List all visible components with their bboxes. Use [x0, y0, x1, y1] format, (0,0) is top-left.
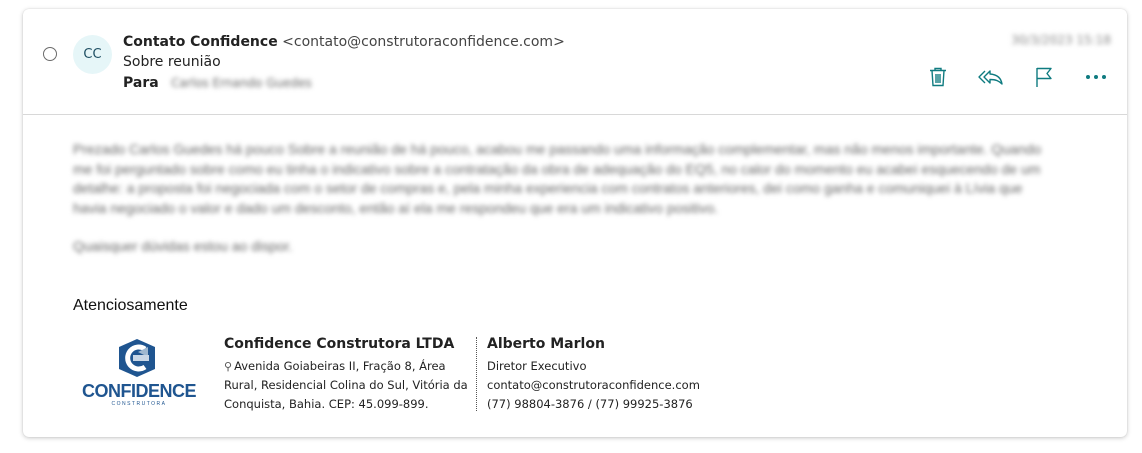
confidence-logo-icon: [119, 339, 155, 377]
sender-name[interactable]: Contato Confidence: [123, 34, 278, 50]
company-address: ⚲ Avenida Goiabeiras II, Fração 8, Área R…: [224, 357, 469, 414]
message-subject: Sobre reunião: [123, 54, 221, 70]
person-phones: (77) 98804-3876 / (77) 99925-3876: [487, 397, 693, 411]
reply-all-button[interactable]: [977, 63, 1005, 91]
body-paragraph: Prezado Carlos Guedes há pouco Sobre a r…: [73, 141, 1042, 216]
person-name: Alberto Marlon: [487, 336, 605, 352]
company-info: Confidence Construtora LTDA ⚲ Avenida Goi…: [224, 336, 469, 414]
flag-button[interactable]: [1030, 63, 1058, 91]
closing-text: Atenciosamente: [73, 297, 188, 314]
person-email[interactable]: contato@construtoraconfidence.com: [487, 376, 700, 395]
logo-subtext: CONSTRUTORA: [111, 401, 167, 407]
trash-icon: [930, 67, 946, 87]
reply-all-icon: [978, 70, 1003, 85]
message-date: 30/3/2023 15:18: [1011, 33, 1111, 47]
person-info: Alberto Marlon Diretor Executivo contato…: [487, 336, 700, 414]
more-actions-button[interactable]: [1082, 63, 1110, 91]
flag-icon: [1036, 67, 1052, 87]
body-paragraph: Quaisquer dúvidas estou ao dispor.: [73, 238, 293, 254]
logo-wordmark: CONFIDENCE: [81, 381, 197, 401]
location-pin-icon: ⚲: [224, 360, 233, 373]
address-text: Avenida Goiabeiras II, Fração 8, Área Ru…: [224, 359, 468, 411]
person-title: Diretor Executivo: [487, 359, 587, 373]
email-reading-pane: CC Contato Confidence <contato@construto…: [23, 9, 1127, 437]
company-name: Confidence Construtora LTDA: [224, 336, 455, 352]
signature-divider: [476, 337, 477, 411]
company-logo: CONFIDENCE CONSTRUTORA: [75, 335, 203, 409]
message-body: Prezado Carlos Guedes há pouco Sobre a r…: [73, 140, 1058, 276]
sender-line: Contato Confidence <contato@construtorac…: [123, 34, 565, 50]
delete-button[interactable]: [924, 63, 952, 91]
to-label: Para: [123, 75, 159, 91]
recipient-line: Para Carlos Ernando Guedes: [123, 75, 312, 91]
sender-email[interactable]: <contato@construtoraconfidence.com>: [282, 34, 565, 50]
more-horizontal-icon: [1086, 75, 1106, 79]
sender-avatar[interactable]: CC: [73, 35, 112, 74]
message-header: CC Contato Confidence <contato@construto…: [23, 9, 1127, 115]
select-message-radio[interactable]: [43, 47, 57, 61]
recipient-name[interactable]: Carlos Ernando Guedes: [171, 76, 312, 90]
